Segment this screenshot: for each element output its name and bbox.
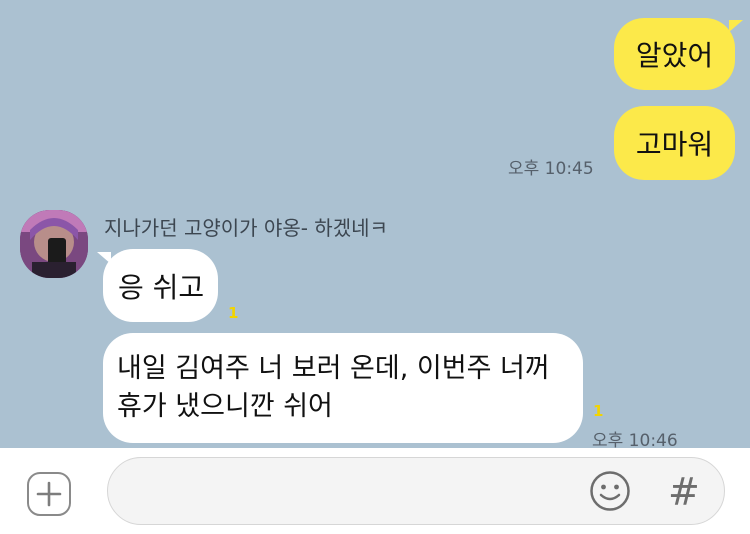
received-message-bubble[interactable]: 응 쉬고 <box>103 249 218 322</box>
message-text-line: 휴가 냈으니깐 쉬어 <box>117 391 333 422</box>
message-text: 고마워 <box>635 128 714 161</box>
message-time: 오후 10:45 <box>508 159 594 179</box>
unread-count: 1 <box>228 304 239 322</box>
sent-message-bubble[interactable]: 알았어 <box>614 18 735 90</box>
hashtag-search-button[interactable]: # <box>668 470 700 514</box>
emoji-button[interactable] <box>589 470 631 512</box>
bubble-tail <box>729 20 743 32</box>
message-text-line: 내일 김여주 너 보러 온데, 이번주 너꺼 <box>117 353 550 384</box>
sender-name: 지나가던 고양이가 야옹- 하겠네ㅋ <box>104 216 388 240</box>
avatar-photo <box>20 210 88 278</box>
plus-icon <box>36 481 62 507</box>
message-input[interactable] <box>107 457 725 525</box>
message-text: 알았어 <box>635 39 714 72</box>
chat-area[interactable]: 알았어 고마워 오후 10:45 지나가던 고양이가 야옹- 하겠네ㅋ 응 쉬고… <box>0 0 750 451</box>
smile-icon <box>590 471 630 511</box>
message-text: 응 쉬고 <box>118 270 205 304</box>
profile-avatar[interactable] <box>20 210 88 278</box>
sent-message-bubble[interactable]: 고마워 <box>614 106 735 180</box>
unread-count: 1 <box>593 402 604 420</box>
received-message-bubble[interactable]: 내일 김여주 너 보러 온데, 이번주 너꺼 휴가 냈으니깐 쉬어 <box>103 333 583 443</box>
add-attachment-button[interactable] <box>27 472 71 516</box>
